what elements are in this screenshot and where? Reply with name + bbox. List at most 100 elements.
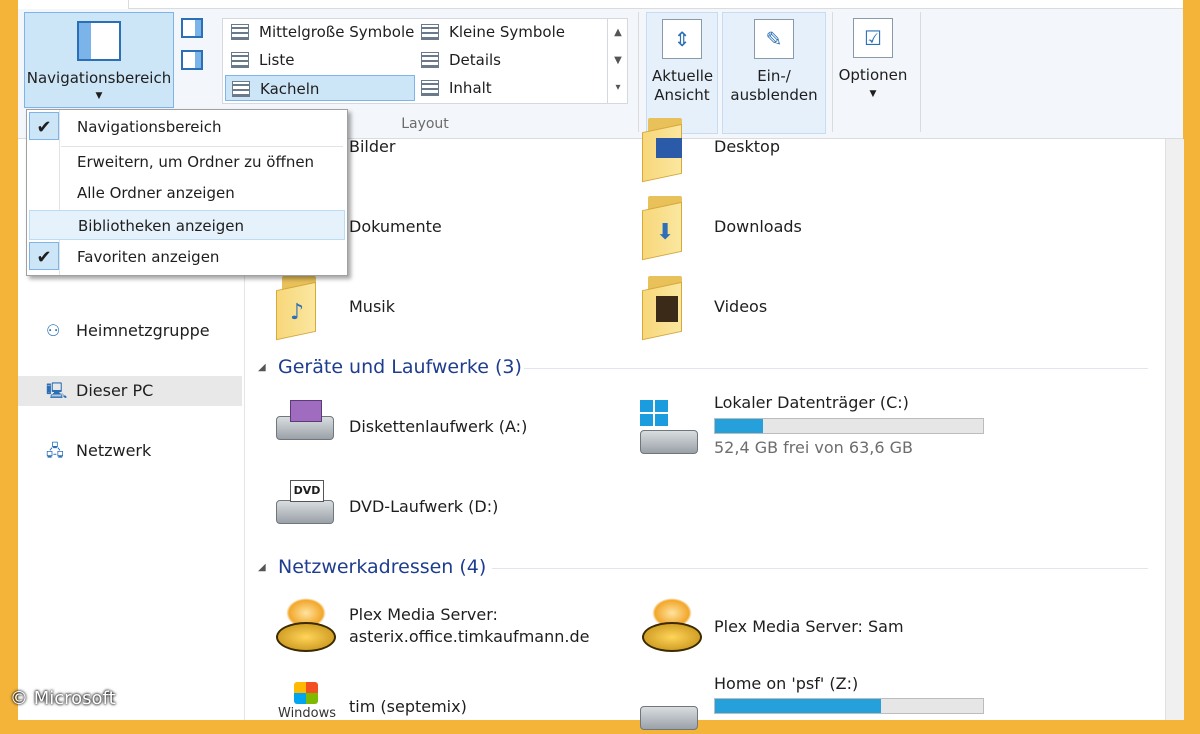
sidebar-item-label: Heimnetzgruppe <box>76 321 210 340</box>
sort-columns-icon: ⇕ <box>662 19 702 59</box>
folder-label: Desktop <box>714 137 780 156</box>
checkmark-icon: ✔ <box>29 242 59 270</box>
network-item-label: Home on 'psf' (Z:) <box>714 674 859 693</box>
plex-server-icon <box>642 598 702 658</box>
menu-item-label: Navigationsbereich <box>77 118 222 136</box>
disk-usage-bar <box>714 698 984 714</box>
layout-item-label: Details <box>449 51 502 69</box>
current-view-label: Aktuelle Ansicht <box>652 67 714 104</box>
sidebar-item-this-pc[interactable]: 🖳 Dieser PC <box>18 376 242 406</box>
network-plex-sam[interactable]: Plex Media Server: Sam <box>714 616 904 638</box>
show-hide-label-1: Ein-/ <box>757 67 791 85</box>
folder-videos[interactable]: Videos <box>714 296 767 318</box>
menu-item-show-libraries[interactable]: Bibliotheken anzeigen <box>29 210 345 240</box>
layout-small-icons[interactable]: Kleine Symbole <box>415 19 605 45</box>
layout-item-label: Liste <box>259 51 295 69</box>
navigation-pane-label: Navigationsbereich <box>26 69 172 87</box>
dvd-badge: DVD <box>290 480 324 502</box>
section-divider <box>524 368 1148 369</box>
scroll-up-icon[interactable]: ▲ <box>608 19 628 47</box>
drive-local-c[interactable]: Lokaler Datenträger (C:) <box>714 392 909 414</box>
network-tim-septemix[interactable]: tim (septemix) <box>349 696 467 718</box>
folder-label: Musik <box>349 297 395 316</box>
medium-icons-icon <box>231 24 249 40</box>
show-hide-button[interactable]: ✎ Ein-/ ausblenden <box>722 12 826 134</box>
drive-dvd[interactable]: DVD-Laufwerk (D:) <box>349 496 498 518</box>
collapse-triangle-icon[interactable]: ◢ <box>258 562 266 573</box>
current-view-button[interactable]: ⇕ Aktuelle Ansicht <box>646 12 718 134</box>
scroll-down-icon[interactable]: ▼ <box>608 47 628 75</box>
folder-label: Downloads <box>714 217 802 236</box>
chevron-down-icon: ▼ <box>869 89 877 99</box>
collapse-triangle-icon[interactable]: ◢ <box>258 362 266 373</box>
menu-item-show-all-folders[interactable]: Alle Ordner anzeigen <box>29 178 345 208</box>
layout-gallery: Mittelgroße Symbole Kleine Symbole Liste… <box>222 18 628 104</box>
menu-item-expand-to-folder[interactable]: Erweitern, um Ordner zu öffnen <box>29 147 345 177</box>
folder-downloads[interactable]: Downloads <box>714 216 802 238</box>
ribbon-separator <box>638 12 639 132</box>
small-icons-icon <box>421 24 439 40</box>
layout-gallery-scroll[interactable]: ▲ ▼ ▾ <box>607 19 628 103</box>
show-hide-label-2: ausblenden <box>730 86 818 104</box>
network-drive-z[interactable]: Home on 'psf' (Z:) <box>714 673 858 695</box>
sidebar-item-label: Netzwerk <box>76 441 152 460</box>
menu-item-show-favorites[interactable]: ✔ Favoriten anzeigen <box>29 242 345 272</box>
options-checklist-icon: ☑ <box>853 18 893 58</box>
layout-item-label: Kleine Symbole <box>449 23 566 41</box>
layout-tiles[interactable]: Kacheln <box>225 75 415 101</box>
layout-content[interactable]: Inhalt <box>415 75 605 101</box>
drive-label: DVD-Laufwerk (D:) <box>349 497 499 516</box>
layout-item-label: Kacheln <box>260 80 320 98</box>
drive-label: Diskettenlaufwerk (A:) <box>349 417 528 436</box>
ribbon-separator <box>832 12 833 132</box>
layout-details[interactable]: Details <box>415 47 605 73</box>
tab-view[interactable] <box>18 0 129 9</box>
section-divider <box>492 568 1148 569</box>
layout-medium-icons[interactable]: Mittelgroße Symbole <box>225 19 415 45</box>
section-heading-devices[interactable]: Geräte und Laufwerke (3) <box>278 356 522 378</box>
navigation-pane-menu: ✔ Navigationsbereich Erweitern, um Ordner… <box>26 109 348 276</box>
network-plex-asterix[interactable]: Plex Media Server: asterix.office.timkau… <box>349 604 589 648</box>
folder-documents[interactable]: Dokumente <box>349 216 442 238</box>
downloads-folder-icon: ⬇ <box>642 196 690 261</box>
preview-pane-icon[interactable] <box>181 18 203 38</box>
floppy-drive-icon <box>276 400 338 444</box>
folder-music[interactable]: Musik <box>349 296 395 318</box>
disk-usage-bar <box>714 418 984 434</box>
menu-item-label: Favoriten anzeigen <box>77 248 220 266</box>
section-heading-network[interactable]: Netzwerkadressen (4) <box>278 556 486 578</box>
sidebar-item-homegroup[interactable]: ⚇ Heimnetzgruppe <box>18 316 242 346</box>
checkmark-icon: ✔ <box>29 112 59 140</box>
layout-item-label: Mittelgroße Symbole <box>259 23 415 41</box>
content-scrollbar[interactable] <box>1165 139 1184 720</box>
menu-item-label: Erweitern, um Ordner zu öffnen <box>77 153 315 171</box>
plex-server-icon <box>276 598 336 658</box>
content-icon <box>421 80 439 96</box>
tiles-icon <box>232 81 250 97</box>
desktop-folder-icon <box>642 118 690 183</box>
disk-usage-fill <box>715 699 882 713</box>
folder-desktop[interactable]: Desktop <box>714 136 780 158</box>
options-label: Optionen <box>838 66 908 84</box>
details-pane-icon[interactable] <box>181 50 203 70</box>
list-icon <box>231 52 249 68</box>
options-button[interactable]: ☑ Optionen ▼ <box>836 12 910 134</box>
drive-floppy[interactable]: Diskettenlaufwerk (A:) <box>349 416 527 438</box>
drive-free-space: 52,4 GB frei von 63,6 GB <box>714 438 913 457</box>
menu-item-navigation-pane[interactable]: ✔ Navigationsbereich <box>29 112 345 142</box>
show-hide-icon: ✎ <box>754 19 794 59</box>
layout-item-label: Inhalt <box>449 79 492 97</box>
sidebar-item-network[interactable]: 🖧 Netzwerk <box>18 436 242 466</box>
navigation-pane-button[interactable]: Navigationsbereich ▼ <box>24 12 174 108</box>
homegroup-icon: ⚇ <box>46 321 61 340</box>
ribbon-tabstrip <box>18 0 1183 9</box>
layout-list[interactable]: Liste <box>225 47 415 73</box>
network-item-address: asterix.office.timkaufmann.de <box>349 627 590 646</box>
videos-folder-icon <box>642 276 690 341</box>
local-disk-icon <box>640 414 702 458</box>
music-folder-icon: ♪ <box>276 276 324 341</box>
dvd-drive-icon: DVD <box>276 478 338 524</box>
folder-label: Bilder <box>349 137 396 156</box>
folder-pictures[interactable]: Bilder <box>349 136 395 158</box>
gallery-expand-icon[interactable]: ▾ <box>608 75 628 101</box>
